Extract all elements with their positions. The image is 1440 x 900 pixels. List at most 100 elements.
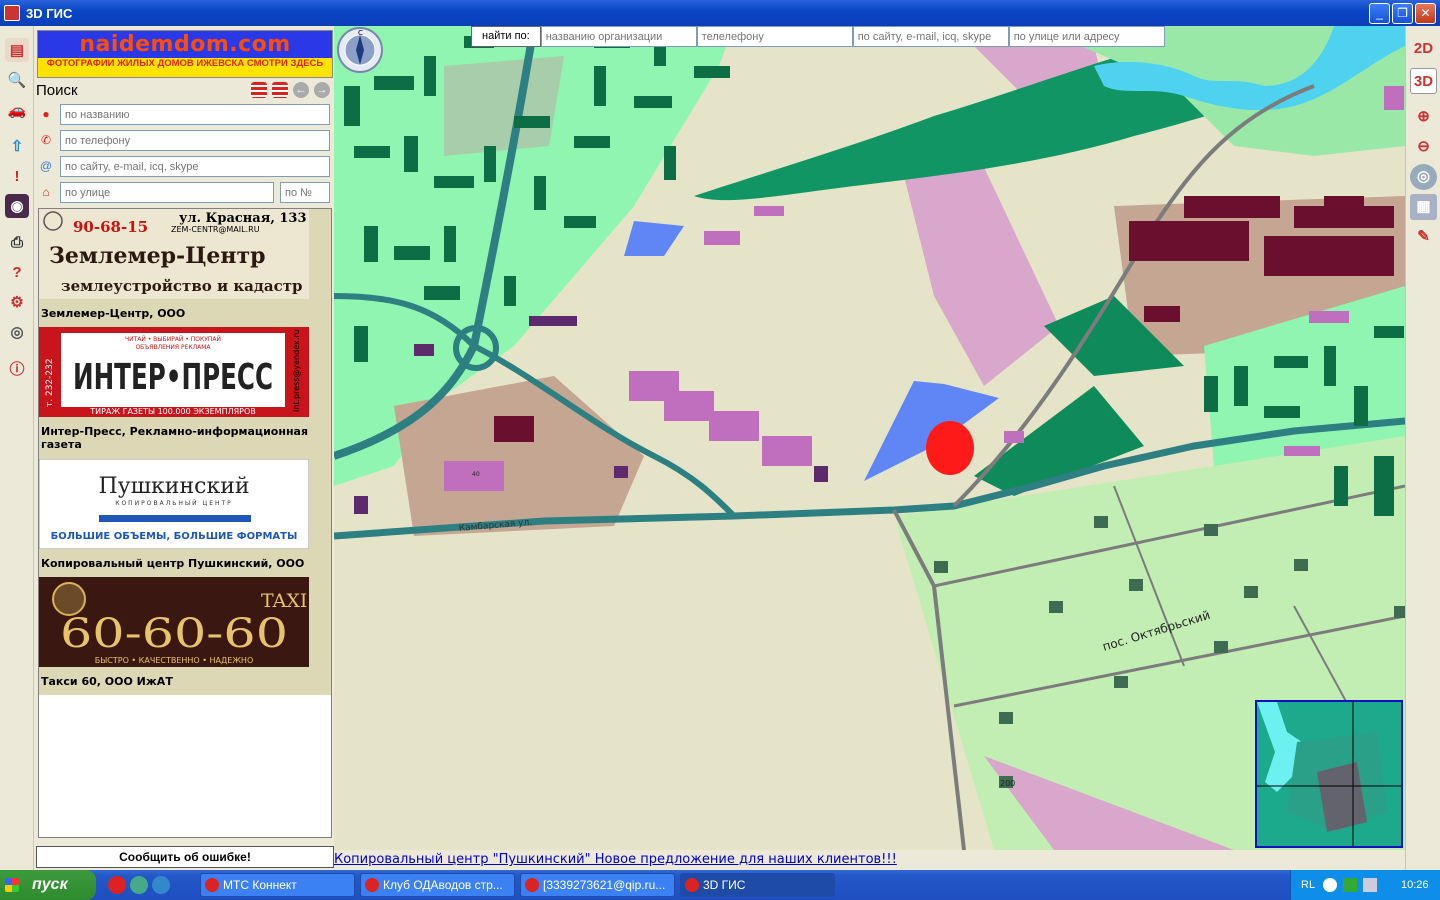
print-icon[interactable]: ⎙ [5, 230, 29, 254]
pin-icon: ● [42, 107, 50, 121]
start-label: пуск [32, 876, 68, 893]
building-label-200: 200 [1000, 779, 1015, 788]
naidemdom-banner[interactable]: naidemdom.com ФОТОГРАФИИ ЖИЛЫХ ДОМОВ ИЖЕ… [37, 30, 333, 78]
disk-icon[interactable]: ◎ [5, 320, 29, 344]
ad2-bottom: ТИРАЖ ГАЗЕТЫ 100.000 ЭКЗЕМПЛЯРОВ [89, 407, 256, 416]
overview-minimap[interactable] [1255, 700, 1403, 848]
pushkinsky-ad-image: Пушкинский КОПИРОВАЛЬНЫЙ ЦЕНТР БОЛЬШИЕ О… [39, 459, 309, 549]
ad-item[interactable]: Пушкинский КОПИРОВАЛЬНЫЙ ЦЕНТР БОЛЬШИЕ О… [39, 459, 331, 577]
find-bar: найти по: [471, 26, 1165, 47]
clock: 10:26 [1401, 879, 1429, 891]
zoom-out-icon[interactable]: ⊖ [1410, 134, 1437, 160]
search-title: Поиск [36, 82, 78, 99]
ad3-caption: Копировальный центр Пушкинский, ООО [41, 557, 305, 570]
camera-icon[interactable]: ◉ [5, 194, 29, 218]
street-search-row: ⌂ [38, 182, 332, 204]
building-label-40: 40 [472, 471, 480, 478]
settings-icon[interactable]: ⚙ [5, 290, 29, 314]
info-icon[interactable]: ⓘ [5, 356, 29, 380]
ad4-caption: Такси 60, ООО ИжАТ [41, 675, 173, 688]
tree-view-icon[interactable] [272, 82, 288, 98]
opera-icon[interactable] [108, 876, 126, 894]
house-number-input[interactable] [280, 182, 330, 203]
view-3d-button[interactable]: 3D [1410, 68, 1437, 94]
back-arrow-icon[interactable]: ← [293, 82, 309, 98]
task-qip[interactable]: [3339273621@qip.ru... [520, 873, 675, 897]
ad-item[interactable]: ЧИТАЙ • ВЫБИРАЙ • ПОКУПАЙ ОБЪЯВЛЕНИЯ РЕК… [39, 327, 331, 459]
ad2-email: int.press@yandex.ru [292, 329, 301, 412]
ad4-taxi: TAXI [261, 590, 307, 612]
transport-icon[interactable]: 🚗 [5, 98, 29, 122]
network-icon[interactable] [130, 876, 148, 894]
email-icon: @ [39, 159, 53, 173]
search-sidebar: naidemdom.com ФОТОГРАФИИ ЖИЛЫХ ДОМОВ ИЖЕ… [34, 26, 334, 870]
house-icon: ⌂ [42, 185, 50, 199]
ad4-number: 60-60-60 [60, 611, 288, 657]
report-error-button[interactable]: Сообщить об ошибке! [36, 846, 334, 868]
task-club[interactable]: Клуб ОДАводов стр... [360, 873, 515, 897]
taxi-ad-image: TAXI 60-60-60 БЫСТРО • КАЧЕСТВЕННО • НАД… [39, 577, 309, 667]
ad4-slogan: БЫСТРО • КАЧЕСТВЕННО • НАДЕЖНО [95, 656, 254, 665]
name-search-input[interactable] [60, 104, 330, 125]
interpress-ad-image: ЧИТАЙ • ВЫБИРАЙ • ПОКУПАЙ ОБЪЯВЛЕНИЯ РЕК… [39, 327, 309, 417]
search-map-icon[interactable]: 🔍 [5, 68, 29, 92]
find-site-input[interactable] [852, 26, 1009, 47]
phone-search-input[interactable] [60, 130, 330, 151]
map-canvas: Камбарская ул. пос. Октябрьский 200 40 С [334, 26, 1405, 850]
find-address-input[interactable] [1008, 26, 1165, 47]
ad3-slogan: БОЛЬШИЕ ОБЪЕМЫ, БОЛЬШИЕ ФОРМАТЫ [51, 531, 298, 542]
ad1-address: ул. Красная, 133 [179, 211, 307, 226]
close-button[interactable]: ✕ [1415, 3, 1436, 24]
left-toolbar: ▤ 🔍 🚗 ⇧ ! ◉ ⎙ ? ⚙ ◎ ⓘ [0, 26, 34, 870]
window-titlebar: 3D ГИС _ ❐ ✕ [0, 0, 1440, 26]
find-phone-input[interactable] [696, 26, 853, 47]
task-3dgis[interactable]: 3D ГИС [680, 873, 835, 897]
ad3-sub: КОПИРОВАЛЬНЫЙ ЦЕНТР [115, 500, 233, 507]
promo-link-bar: Копировальный центр "Пушкинский" Новое п… [334, 850, 1405, 870]
help-icon[interactable]: ? [5, 260, 29, 284]
alert-icon[interactable]: ! [5, 164, 29, 188]
tray-app-icon[interactable] [1343, 878, 1357, 892]
ad2-top: ЧИТАЙ • ВЫБИРАЙ • ПОКУПАЙ [125, 336, 221, 343]
taskbar: пуск МТС Коннект Клуб ОДАводов стр... [3… [0, 870, 1440, 900]
ad-item[interactable]: TAXI 60-60-60 БЫСТРО • КАЧЕСТВЕННО • НАД… [39, 577, 331, 695]
restore-button[interactable]: ❐ [1392, 3, 1413, 24]
task-mts[interactable]: МТС Коннект [200, 873, 355, 897]
lang-indicator[interactable]: RL [1301, 870, 1315, 900]
name-search-row: ● [38, 104, 332, 126]
ad2-top2: ОБЪЯВЛЕНИЯ РЕКЛАМА [135, 344, 211, 351]
selected-object-marker[interactable] [926, 421, 974, 475]
phone-icon: ✆ [40, 133, 52, 147]
ruler-icon[interactable]: ✎ [1410, 224, 1437, 250]
street-search-input[interactable] [60, 182, 274, 203]
layers-icon[interactable]: ▦ [1410, 194, 1437, 220]
list-view-icon[interactable] [251, 82, 267, 98]
catalog-icon[interactable]: ▤ [5, 38, 29, 62]
minimize-button[interactable]: _ [1369, 3, 1390, 24]
right-toolbar: 2D 3D ⊕ ⊖ ◎ ▦ ✎ [1405, 26, 1440, 870]
ad2-phone: т. 232-232 [45, 358, 55, 407]
tray-arrow-icon[interactable] [1323, 878, 1337, 892]
tray-network-icon[interactable] [1363, 878, 1377, 892]
map-3d-view[interactable]: Камбарская ул. пос. Октябрьский 200 40 С… [334, 26, 1405, 850]
compass-north-label: С [358, 29, 363, 37]
ads-list: ул. Красная, 133 90-68-15 ZEM-CENTR@MAIL… [38, 208, 332, 838]
ad1-phone: 90-68-15 [73, 218, 148, 236]
ad1-subtitle: землеустройство и кадастр [61, 277, 303, 295]
route-icon[interactable]: ⇧ [5, 134, 29, 158]
ad1-email: ZEM-CENTR@MAIL.RU [171, 225, 260, 234]
start-button[interactable]: пуск [0, 870, 96, 900]
find-org-input[interactable] [540, 26, 697, 47]
rotate-compass-icon[interactable]: ◎ [1410, 164, 1437, 190]
banner-subtitle: ФОТОГРАФИИ ЖИЛЫХ ДОМОВ ИЖЕВСКА СМОТРИ ЗД… [38, 58, 332, 77]
site-search-input[interactable] [60, 156, 330, 177]
forward-arrow-icon[interactable]: → [314, 82, 330, 98]
compass-icon[interactable]: С [337, 27, 383, 73]
view-2d-button[interactable]: 2D [1410, 36, 1437, 62]
window-title: 3D ГИС [26, 5, 73, 21]
app-icon[interactable] [4, 5, 20, 21]
ad-item[interactable]: ул. Красная, 133 90-68-15 ZEM-CENTR@MAIL… [39, 209, 331, 327]
zoom-in-icon[interactable]: ⊕ [1410, 104, 1437, 130]
ie-icon[interactable] [152, 876, 170, 894]
promo-link[interactable]: Копировальный центр "Пушкинский" Новое п… [334, 852, 897, 867]
